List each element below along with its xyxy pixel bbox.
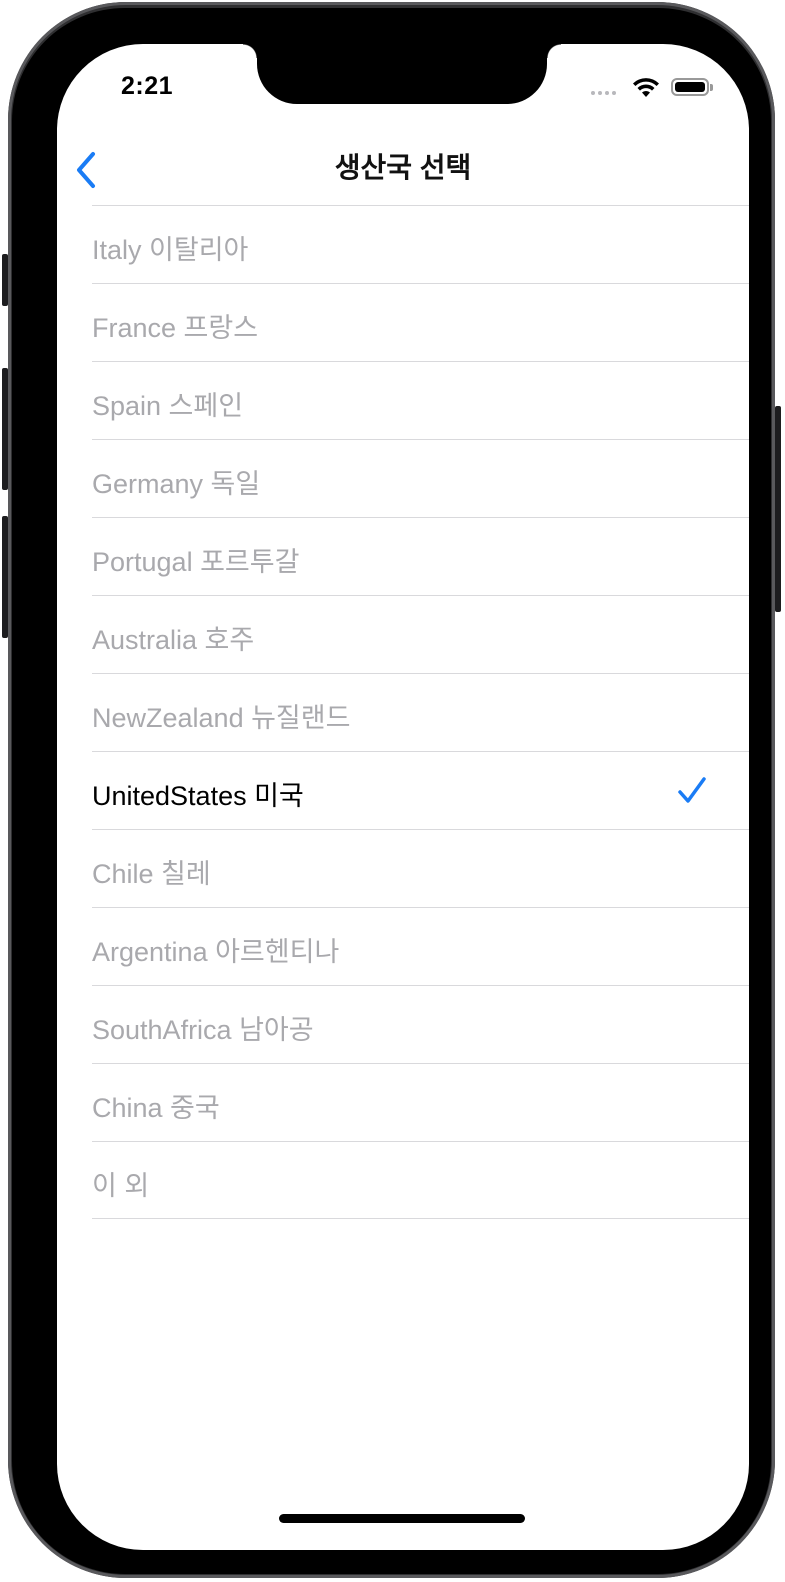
country-row[interactable]: 이 외 [92,1141,749,1219]
country-label: Portugal 포르투갈 [92,547,300,577]
checkmark-icon [678,777,706,803]
volume-down-button [2,516,8,638]
page-title: 생산국 선택 [334,152,472,183]
power-button [775,406,781,612]
country-label: China 중국 [92,1093,220,1123]
country-row[interactable]: Chile 칠레 [92,829,749,907]
screen: 2:21 생산국 선택 Italy 이탈리아 France 프랑스 Spain … [57,44,749,1550]
country-row[interactable]: SouthAfrica 남아공 [92,985,749,1063]
wifi-icon [633,78,659,97]
country-row[interactable]: China 중국 [92,1063,749,1141]
country-row[interactable]: Portugal 포르투갈 [92,517,749,595]
country-row[interactable]: Spain 스페인 [92,361,749,439]
volume-up-button [2,368,8,490]
phone-frame: 2:21 생산국 선택 Italy 이탈리아 France 프랑스 Spain … [2,2,781,1578]
country-row[interactable]: Argentina 아르헨티나 [92,907,749,985]
country-label: Argentina 아르헨티나 [92,937,340,967]
country-label: NewZealand 뉴질랜드 [92,703,351,733]
country-label: UnitedStates 미국 [92,781,304,811]
home-indicator[interactable] [279,1514,525,1523]
country-label: Italy 이탈리아 [92,235,249,265]
country-label: SouthAfrica 남아공 [92,1015,314,1045]
country-label: Germany 독일 [92,469,261,499]
country-row[interactable]: France 프랑스 [92,283,749,361]
country-label: Spain 스페인 [92,391,244,421]
country-label: 이 외 [92,1171,150,1201]
country-row[interactable]: UnitedStates 미국 [92,751,749,829]
phone-bezel: 2:21 생산국 선택 Italy 이탈리아 France 프랑스 Spain … [12,8,771,1574]
country-list: Italy 이탈리아 France 프랑스 Spain 스페인 Germany 독일 P… [92,205,749,1219]
country-label: Chile 칠레 [92,859,211,889]
country-row[interactable]: Australia 호주 [92,595,749,673]
country-row[interactable]: NewZealand 뉴질랜드 [92,673,749,751]
country-row[interactable]: Italy 이탈리아 [92,205,749,283]
country-label: Australia 호주 [92,625,255,655]
navigation-bar: 생산국 선택 [57,140,749,206]
silent-switch [2,254,8,306]
battery-icon [671,78,713,96]
notch [243,44,561,104]
country-label: France 프랑스 [92,313,259,343]
cellular-signal-icon [591,91,616,95]
country-row[interactable]: Germany 독일 [92,439,749,517]
status-time: 2:21 [121,72,174,100]
